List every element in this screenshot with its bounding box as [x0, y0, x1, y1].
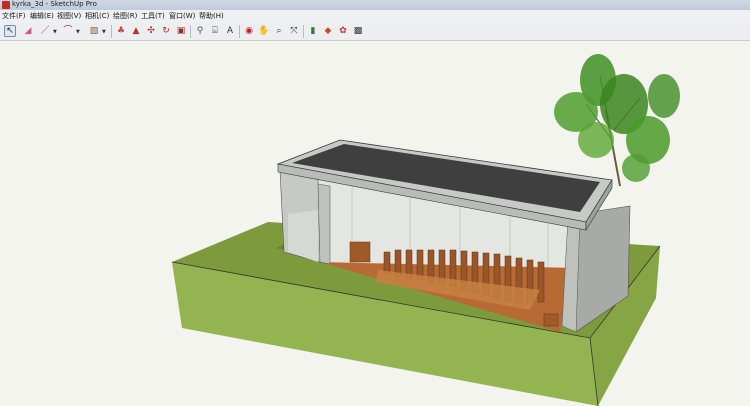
eraser-tool[interactable]: ◢ [22, 25, 34, 37]
line-tool[interactable]: ／ [39, 25, 51, 37]
toolbar-separator [239, 25, 240, 38]
front-pillar [317, 183, 331, 265]
dimension-icon: ⌸ [212, 26, 218, 36]
text-tool[interactable]: A [224, 25, 236, 37]
line-dropdown-arrow-icon[interactable]: ▼ [53, 29, 57, 35]
arc-tool[interactable]: ⌒ [62, 25, 74, 37]
paint-bucket-icon: ♣ [116, 26, 126, 36]
rotate-tool[interactable]: ↻ [160, 25, 172, 37]
warehouse-tool[interactable]: ✿ [337, 25, 349, 37]
text-icon: A [226, 26, 234, 36]
tape-measure-icon: ⚲ [196, 26, 204, 36]
toolbar-separator [303, 25, 304, 38]
magnifier-icon: ⌕ [276, 26, 282, 36]
orbit-icon: ◉ [245, 26, 253, 36]
menu-bar: 文件(F) 编辑(E) 视图(V) 相机(C) 绘图(R) 工具(T) 窗口(W… [0, 10, 750, 24]
share-model-tool[interactable]: ▩ [352, 25, 364, 37]
pan-tool[interactable]: ✋ [258, 25, 270, 37]
rectangle-icon: ▧ [89, 26, 99, 36]
paint-bucket-tool[interactable]: ♣ [115, 25, 127, 37]
menu-file[interactable]: 文件(F) [2, 10, 26, 23]
dimension-tool[interactable]: ⌸ [209, 25, 221, 37]
tree [554, 54, 680, 187]
hand-icon: ✋ [258, 26, 270, 36]
eraser-icon: ◢ [24, 26, 32, 36]
pencil-icon: ／ [40, 26, 50, 36]
menu-draw[interactable]: 绘图(R) [113, 10, 137, 23]
altar [349, 241, 371, 263]
menu-help[interactable]: 帮助(H) [199, 10, 224, 23]
arrow-cursor-icon: ↖ [6, 26, 14, 36]
move-tool[interactable]: ✣ [145, 25, 157, 37]
model-viewport[interactable] [0, 41, 750, 406]
rectangle-tool[interactable]: ▧ [88, 25, 100, 37]
zoom-extents-icon: ⤧ [290, 26, 298, 36]
3d-model-scene[interactable] [0, 41, 750, 406]
toolbar-separator [190, 25, 191, 38]
menu-camera[interactable]: 相机(C) [85, 10, 109, 23]
components-tool[interactable]: ▮ [307, 25, 319, 37]
toolbar-separator [111, 25, 112, 38]
window-title: kyrka_3d - SketchUp Pro [12, 0, 97, 8]
menu-tools[interactable]: 工具(T) [141, 10, 165, 23]
select-tool[interactable]: ↖ [4, 25, 16, 37]
sketchup-logo-icon [2, 1, 10, 9]
zoom-tool[interactable]: ⌕ [273, 25, 285, 37]
paint-palette-icon: ◆ [324, 26, 332, 36]
tape-measure-tool[interactable]: ⚲ [194, 25, 206, 37]
rotate-icon: ↻ [162, 26, 170, 36]
title-bar: kyrka_3d - SketchUp Pro [0, 0, 750, 10]
main-toolbar: ↖ ◢ ／ ▼ ⌒ ▼ ▧ ▼ ♣ ▲ ✣ ↻ ▣ ⚲ ⌸ A ◉ ✋ ⌕ ⤧ … [0, 23, 750, 41]
push-pull-icon: ▲ [132, 26, 140, 36]
menu-view[interactable]: 视图(V) [57, 10, 81, 23]
arc-dropdown-arrow-icon[interactable]: ▼ [76, 29, 80, 35]
arc-icon: ⌒ [63, 26, 73, 36]
warehouse-icon: ✿ [339, 26, 347, 36]
menu-edit[interactable]: 编辑(E) [30, 10, 54, 23]
offset-tool[interactable]: ▣ [175, 25, 187, 37]
orbit-tool[interactable]: ◉ [243, 25, 255, 37]
materials-tool[interactable]: ◆ [322, 25, 334, 37]
lectern [543, 313, 559, 327]
zoom-extents-tool[interactable]: ⤧ [288, 25, 300, 37]
rectangle-dropdown-arrow-icon[interactable]: ▼ [102, 29, 106, 35]
offset-icon: ▣ [176, 26, 186, 36]
push-pull-tool[interactable]: ▲ [130, 25, 142, 37]
book-icon: ▮ [310, 26, 316, 36]
move-icon: ✣ [147, 26, 155, 36]
share-icon: ▩ [353, 26, 363, 36]
menu-window[interactable]: 窗口(W) [169, 10, 195, 23]
